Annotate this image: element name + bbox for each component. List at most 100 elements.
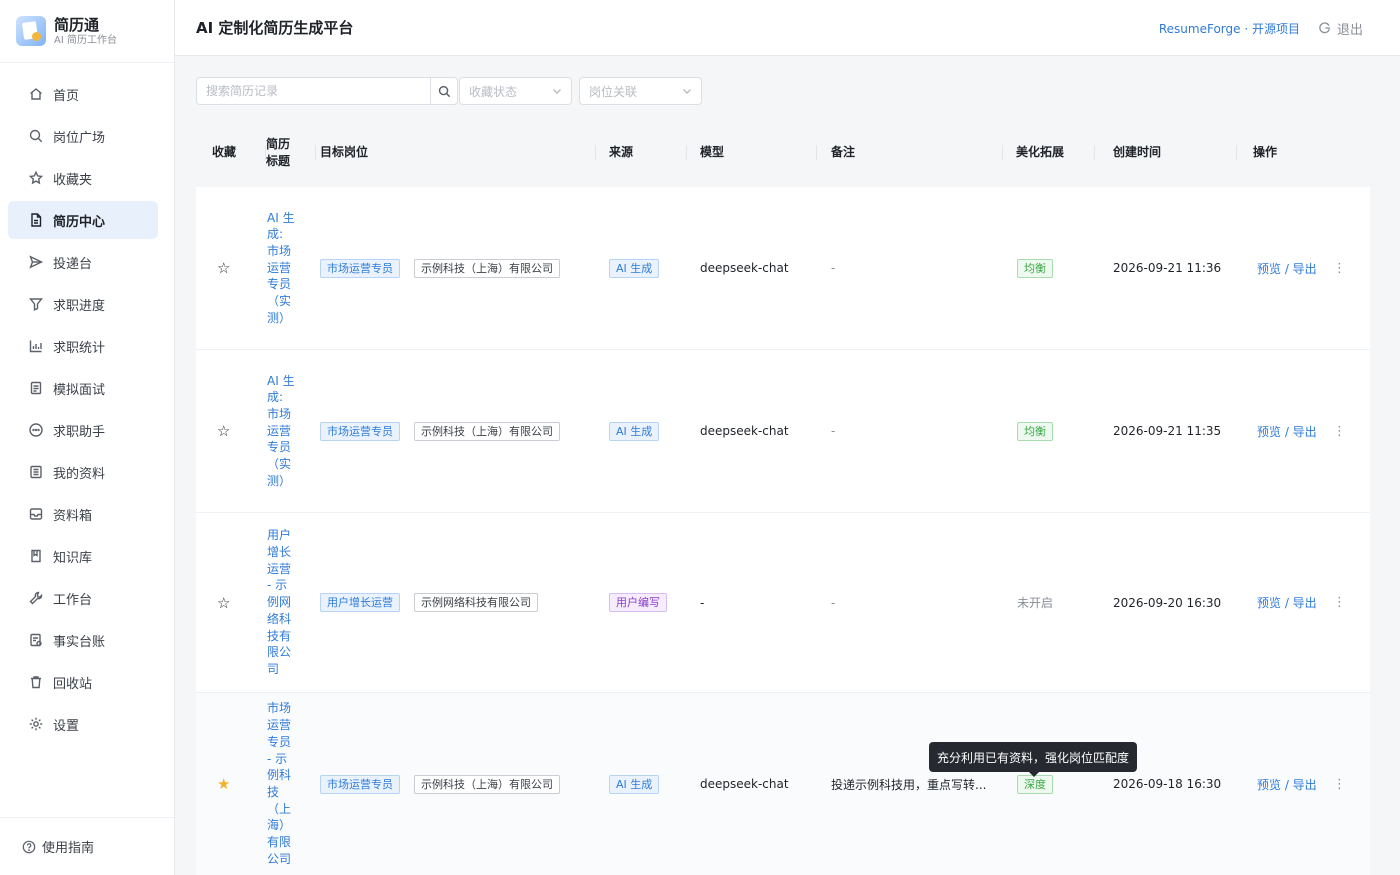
column-header-favorite: 收藏: [212, 118, 266, 187]
chevron-down-icon: [553, 89, 561, 94]
sidebar-item-label: 回收站: [53, 676, 93, 692]
sidebar-item[interactable]: 设置: [8, 705, 158, 743]
project-link[interactable]: ResumeForge · 开源项目: [1159, 20, 1300, 37]
sidebar-item[interactable]: 求职助手: [8, 411, 158, 449]
resume-title-link[interactable]: AI 生成: 市场运营专员（实测）: [267, 210, 297, 327]
sidebar-item[interactable]: 简历中心: [8, 201, 158, 239]
sidebar-item[interactable]: 首页: [8, 75, 158, 113]
column-label: 来源: [609, 145, 634, 159]
gear-icon: [28, 716, 44, 732]
table-row[interactable]: ☆ AI 生成: 市场运营专员（实测） 市场运营专员 示例科技（上海）有限公司 …: [196, 350, 1370, 513]
sidebar-item-label: 事实台账: [53, 634, 106, 650]
source-tag: AI 生成: [609, 258, 660, 278]
wrench-icon: [28, 590, 44, 606]
favorite-status-select[interactable]: 收藏状态: [459, 77, 572, 105]
resume-title-link[interactable]: 用户增长运营 - 示例网络科技有限公司: [267, 527, 297, 677]
preview-export-link[interactable]: 预览 / 导出: [1257, 423, 1317, 440]
sidebar-item-label: 简历中心: [53, 214, 106, 230]
job-tag: 市场运营专员: [320, 421, 400, 441]
preview-export-link[interactable]: 预览 / 导出: [1257, 776, 1317, 793]
job-tag: 用户增长运营: [320, 593, 400, 612]
resume-table: 收藏 简历标题 目标岗位 来源 模型 备注 美化拓展 创建时间 操作 ☆ AI …: [196, 118, 1370, 875]
more-actions-icon[interactable]: ⋮: [1333, 595, 1346, 610]
note-text: -: [831, 424, 836, 438]
column-header-source: 来源: [609, 118, 687, 187]
filter-bar: 收藏状态 岗位关联: [196, 77, 702, 105]
header: AI 定制化简历生成平台 ResumeForge · 开源项目 退出: [175, 0, 1400, 56]
sidebar-item[interactable]: 求职统计: [8, 327, 158, 365]
sidebar-item[interactable]: 资料箱: [8, 495, 158, 533]
guide-label: 使用指南: [42, 841, 95, 856]
column-header-model: 模型: [700, 118, 817, 187]
guide-link[interactable]: 使用指南: [0, 817, 174, 875]
preview-export-link[interactable]: 预览 / 导出: [1257, 260, 1317, 277]
more-actions-icon[interactable]: ⋮: [1333, 424, 1346, 439]
created-time: 2026-09-21 11:36: [1113, 261, 1222, 275]
preview-export-link[interactable]: 预览 / 导出: [1257, 594, 1317, 611]
column-header-title: 简历标题: [266, 118, 316, 187]
sidebar-item[interactable]: 我的资料: [8, 453, 158, 491]
created-time: 2026-09-18 16:30: [1113, 777, 1222, 791]
search-icon: [438, 85, 450, 97]
sidebar-item-label: 收藏夹: [53, 172, 93, 188]
sidebar-item[interactable]: 模拟面试: [8, 369, 158, 407]
column-label: 模型: [700, 145, 725, 159]
sidebar-item-label: 投递台: [53, 256, 93, 272]
company-tag: 示例科技（上海）有限公司: [414, 774, 560, 794]
more-actions-icon[interactable]: ⋮: [1333, 261, 1346, 276]
sidebar-item-label: 求职统计: [53, 340, 106, 356]
sidebar-item-label: 知识库: [53, 550, 93, 566]
trash-icon: [28, 674, 44, 690]
table-row[interactable]: ☆ AI 生成: 市场运营专员（实测） 市场运营专员 示例科技（上海）有限公司 …: [196, 187, 1370, 350]
favorite-star-icon[interactable]: ☆: [217, 422, 230, 440]
job-relation-placeholder: 岗位关联: [589, 84, 638, 99]
brand[interactable]: 简历通 AI 简历工作台: [0, 0, 174, 63]
search-input[interactable]: [197, 78, 431, 104]
more-actions-icon[interactable]: ⋮: [1333, 777, 1346, 792]
beautify-tooltip: 充分利用已有资料，强化岗位匹配度: [929, 742, 1138, 777]
clipboard-icon: [28, 380, 44, 396]
model-text: deepseek-chat: [700, 777, 789, 791]
favorite-star-icon[interactable]: ☆: [217, 259, 230, 277]
job-relation-select[interactable]: 岗位关联: [579, 77, 702, 105]
sidebar-item[interactable]: 收藏夹: [8, 159, 158, 197]
sidebar-item[interactable]: 事实台账: [8, 621, 158, 659]
sidebar-item[interactable]: 投递台: [8, 243, 158, 281]
sidebar-item-label: 我的资料: [53, 466, 106, 482]
table-row[interactable]: ★ 市场运营专员 - 示例科技（上海）有限公司 市场运营专员 示例科技（上海）有…: [196, 693, 1370, 875]
sidebar-nav: 首页岗位广场收藏夹简历中心投递台求职进度求职统计模拟面试求职助手我的资料资料箱知…: [8, 75, 158, 747]
logout-label: 退出: [1336, 22, 1363, 38]
column-header-target: 目标岗位: [320, 118, 596, 187]
chat-icon: [28, 422, 44, 438]
sidebar-item[interactable]: 岗位广场: [8, 117, 158, 155]
column-label: 备注: [831, 145, 856, 159]
table-header: 收藏 简历标题 目标岗位 来源 模型 备注 美化拓展 创建时间 操作: [196, 118, 1370, 187]
sidebar-item-label: 资料箱: [53, 508, 93, 524]
sidebar: 简历通 AI 简历工作台 首页岗位广场收藏夹简历中心投递台求职进度求职统计模拟面…: [0, 0, 175, 875]
search-button[interactable]: [430, 78, 457, 104]
job-tag: 市场运营专员: [320, 774, 400, 794]
resume-title-link[interactable]: AI 生成: 市场运营专员（实测）: [267, 373, 297, 490]
sidebar-item[interactable]: 回收站: [8, 663, 158, 701]
brand-subtitle: AI 简历工作台: [54, 34, 117, 46]
table-row[interactable]: ☆ 用户增长运营 - 示例网络科技有限公司 用户增长运营 示例网络科技有限公司 …: [196, 513, 1370, 693]
inbox-icon: [28, 506, 44, 522]
company-tag: 示例科技（上海）有限公司: [414, 258, 560, 278]
column-header-beautify: 美化拓展: [1016, 118, 1095, 187]
resume-title-link[interactable]: 市场运营专员 - 示例科技（上海）有限公司: [267, 700, 297, 867]
sidebar-item[interactable]: 工作台: [8, 579, 158, 617]
column-header-created: 创建时间: [1113, 118, 1237, 187]
column-label: 操作: [1253, 145, 1278, 159]
sidebar-item-label: 求职进度: [53, 298, 106, 314]
logout-button[interactable]: 退出: [1318, 19, 1363, 38]
note-text: -: [831, 595, 836, 610]
chevron-down-icon: [683, 89, 691, 94]
sidebar-item[interactable]: 求职进度: [8, 285, 158, 323]
star-icon: [28, 170, 44, 186]
favorite-star-icon[interactable]: ☆: [217, 594, 230, 612]
sidebar-item[interactable]: 知识库: [8, 537, 158, 575]
column-label: 收藏: [212, 145, 237, 159]
favorite-star-icon[interactable]: ★: [217, 775, 230, 793]
home-icon: [28, 86, 44, 102]
sidebar-item-label: 求职助手: [53, 424, 106, 440]
